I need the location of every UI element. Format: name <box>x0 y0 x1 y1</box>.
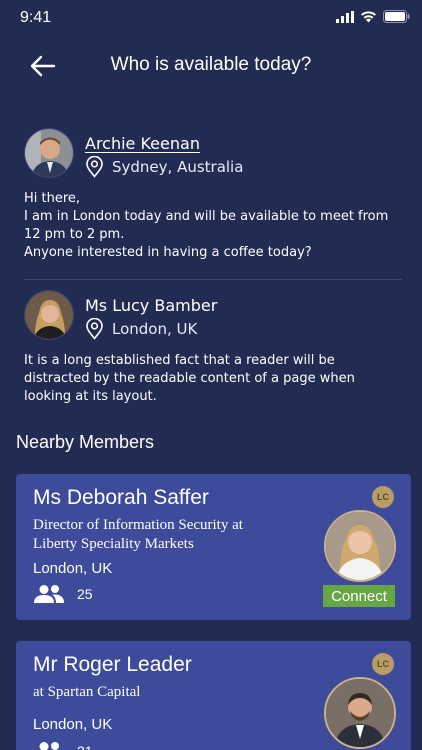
header: Who is available today? <box>0 44 422 88</box>
divider <box>24 279 402 280</box>
people-icon <box>39 742 59 750</box>
post-body: It is a long established fact that a rea… <box>24 353 355 404</box>
location-text: London, UK <box>112 320 198 338</box>
status-bar: 9:41 <box>0 0 422 36</box>
avatar[interactable] <box>24 128 74 178</box>
signal-icon <box>336 10 354 23</box>
status-time: 9:41 <box>20 9 52 26</box>
avatar-image <box>326 512 394 580</box>
member-location: London, UK <box>33 716 113 733</box>
member-connections: 21 <box>33 741 93 750</box>
member-location: London, UK <box>33 560 113 577</box>
section-title: Nearby Members <box>16 432 155 452</box>
location-pin-icon <box>86 318 103 340</box>
avatar-image <box>326 679 394 747</box>
page-title: Who is available today? <box>110 54 312 75</box>
lc-badge: LC <box>372 653 394 675</box>
avatar-image <box>25 291 73 339</box>
connections-count: 21 <box>77 743 93 750</box>
member-avatar[interactable] <box>324 510 396 582</box>
battery-icon <box>383 10 410 23</box>
author-location: London, UK <box>85 318 197 340</box>
status-icons <box>336 10 410 23</box>
location-text: Sydney, Australia <box>112 158 244 176</box>
member-name: Mr Roger Leader <box>33 653 192 676</box>
member-avatar[interactable] <box>324 677 396 749</box>
connect-button[interactable]: Connect <box>323 585 395 607</box>
member-connections: 25 <box>33 584 93 604</box>
avatar[interactable] <box>24 290 74 340</box>
member-name: Ms Deborah Saffer <box>33 486 209 509</box>
member-role: Director of Information Security at Libe… <box>33 517 243 552</box>
people-icon <box>34 585 64 603</box>
author-location: Sydney, Australia <box>85 156 243 178</box>
connections-count: 25 <box>77 586 93 602</box>
avatar-image <box>25 129 73 177</box>
author-name[interactable]: Ms Lucy Bamber <box>85 296 217 315</box>
location-pin-icon <box>86 156 103 178</box>
wifi-icon <box>361 10 376 22</box>
post-body: Hi there, I am in London today and will … <box>24 191 389 260</box>
lc-badge: LC <box>372 486 394 508</box>
author-name-link[interactable]: Archie Keenan <box>85 134 200 153</box>
member-card[interactable]: Ms Deborah Saffer Director of Informatio… <box>16 474 411 620</box>
member-card[interactable]: Mr Roger Leader at Spartan Capital Londo… <box>16 641 411 750</box>
member-role: at Spartan Capital <box>33 684 141 700</box>
